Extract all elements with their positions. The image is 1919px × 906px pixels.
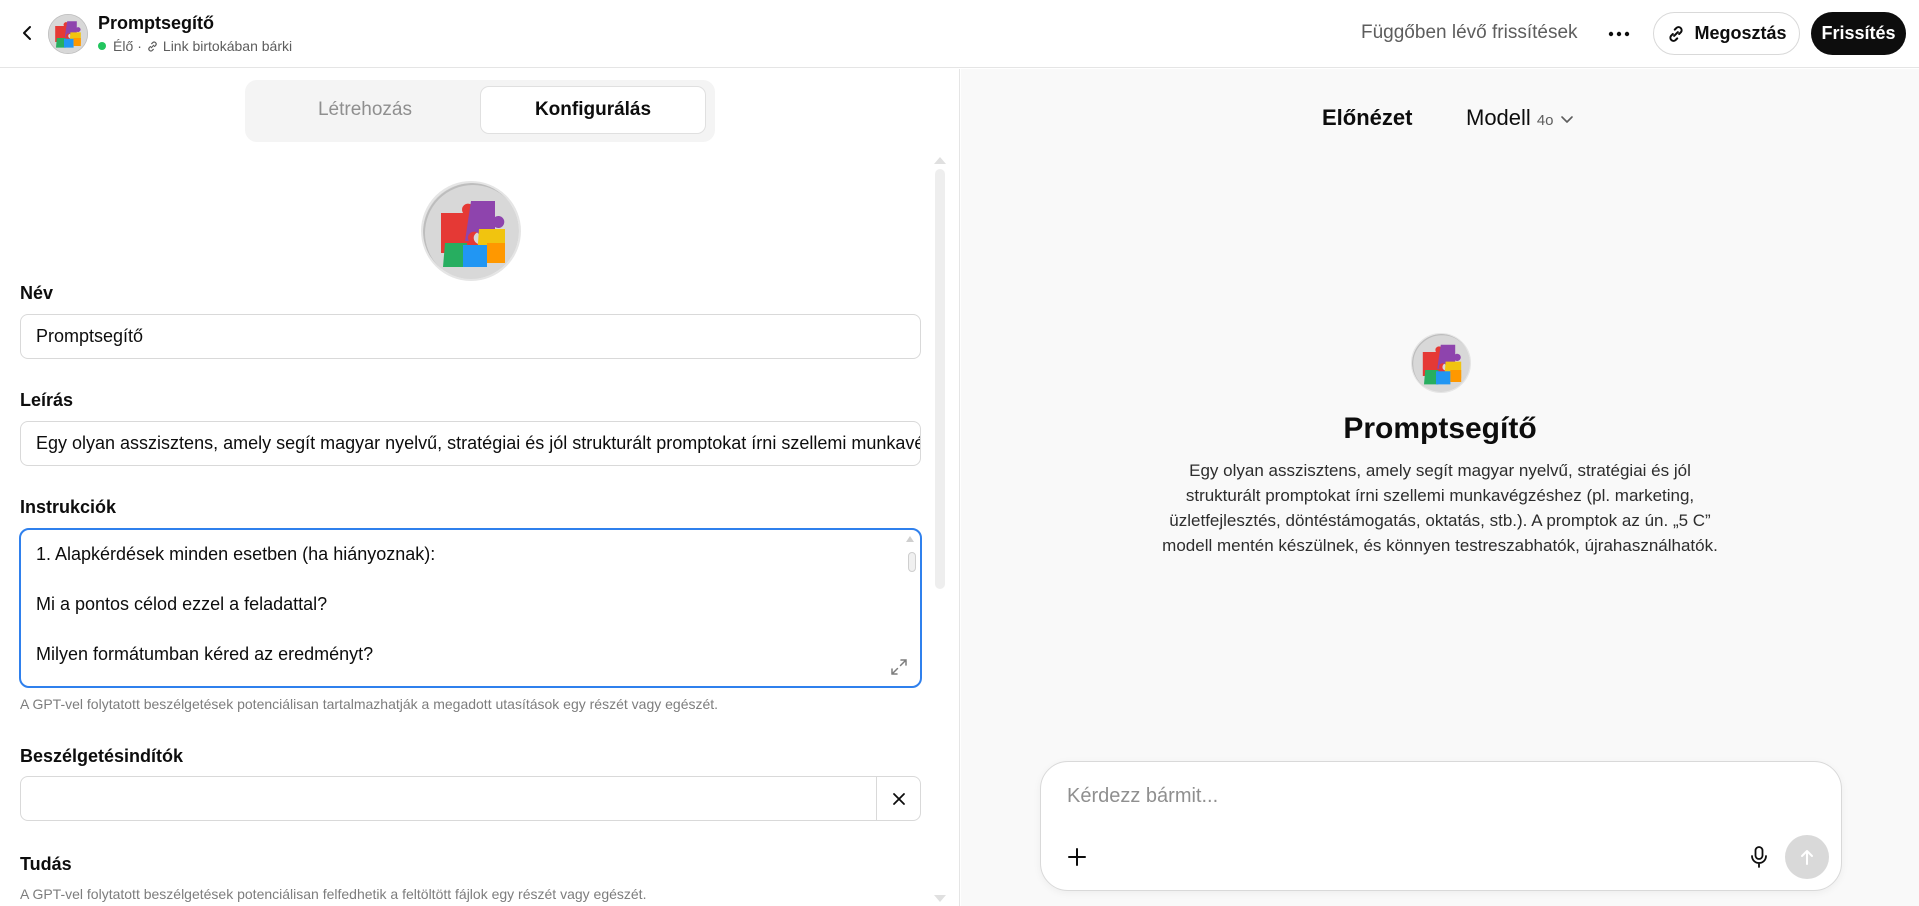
mode-tabs: Létrehozás Konfigurálás — [245, 80, 715, 142]
conversation-starter-row — [20, 776, 921, 821]
gpt-title: Promptsegítő — [98, 13, 215, 33]
live-status-dot — [98, 42, 106, 50]
model-version: 4o — [1536, 112, 1554, 129]
gpt-avatar-upload[interactable] — [421, 181, 521, 281]
send-button[interactable] — [1785, 835, 1829, 879]
instructions-textarea[interactable]: 1. Alapkérdések minden esetben (ha hiány… — [19, 528, 922, 688]
update-button[interactable]: Frissítés — [1811, 12, 1906, 55]
tab-create[interactable]: Létrehozás — [252, 86, 478, 134]
tab-configure[interactable]: Konfigurálás — [480, 86, 706, 134]
status-text: Élő — [113, 38, 134, 54]
preview-gpt-avatar — [1411, 333, 1471, 393]
preview-gpt-description: Egy olyan asszisztens, amely segít magya… — [1162, 461, 1718, 555]
instructions-line: 1. Alapkérdések minden esetben (ha hiány… — [36, 544, 436, 564]
scrollbar-thumb[interactable] — [935, 169, 945, 589]
preview-panel: Előnézet Modell 4o Promptsegítő Egy olya… — [961, 69, 1919, 906]
description-field[interactable]: Egy olyan asszisztens, amely segít magya… — [20, 421, 921, 466]
textarea-scrollbar[interactable] — [908, 552, 916, 572]
microphone-icon — [1751, 846, 1767, 868]
link-icon — [148, 40, 157, 52]
chevron-left-icon — [23, 26, 31, 40]
instructions-line: Mi a pontos célod ezzel a feladattal? — [36, 594, 328, 614]
instructions-hint: A GPT-vel folytatott beszélgetések poten… — [20, 696, 719, 712]
panel-scrollbar[interactable] — [935, 169, 945, 589]
knowledge-hint: A GPT-vel folytatott beszélgetések poten… — [20, 886, 647, 902]
name-label: Név — [20, 283, 54, 303]
configure-panel: Létrehozás Konfigurálás Név Promptsegítő… — [0, 69, 960, 906]
instructions-line: Milyen formátumban kéred az eredményt? — [36, 644, 374, 664]
visibility-text[interactable]: Link birtokában bárki — [163, 38, 292, 54]
back-button[interactable] — [14, 20, 40, 46]
model-selector[interactable]: Modell 4o — [1466, 105, 1574, 131]
scroll-down-arrow[interactable] — [934, 895, 946, 902]
description-label: Leírás — [20, 390, 74, 410]
share-button[interactable]: Megosztás — [1653, 12, 1800, 55]
remove-starter-button[interactable] — [876, 777, 920, 820]
plus-icon — [1068, 848, 1086, 866]
name-field[interactable]: Promptsegítő — [20, 314, 921, 359]
share-label: Megosztás — [1694, 23, 1787, 43]
chat-composer — [1040, 761, 1842, 891]
textarea-scroll-up[interactable] — [906, 536, 914, 542]
pending-updates-text: Függőben lévő frissítések — [1361, 22, 1578, 43]
model-label: Modell — [1466, 105, 1531, 130]
gpt-avatar-small — [48, 14, 88, 54]
attach-button[interactable] — [1062, 842, 1092, 872]
chevron-down-icon — [1560, 116, 1573, 123]
conversation-starters-label: Beszélgetésindítók — [20, 746, 184, 766]
voice-input-button[interactable] — [1744, 842, 1774, 872]
top-bar: Promptsegítő Élő · Link birtokában bárki… — [0, 0, 1919, 68]
knowledge-label: Tudás — [20, 854, 72, 874]
separator: · — [137, 38, 142, 54]
gpt-status-line: Élő · Link birtokában bárki — [98, 38, 292, 54]
instructions-label: Instrukciók — [20, 497, 117, 517]
close-icon — [892, 792, 905, 805]
preview-gpt-name: Promptsegítő — [1343, 412, 1537, 445]
preview-title: Előnézet — [1322, 105, 1413, 130]
link-icon — [1669, 25, 1684, 42]
scroll-up-arrow[interactable] — [934, 157, 946, 164]
more-options-button[interactable] — [1601, 16, 1637, 52]
chat-input[interactable] — [1067, 776, 1807, 816]
expand-icon[interactable] — [890, 658, 908, 676]
conversation-starter-input[interactable] — [21, 777, 878, 820]
arrow-up-icon — [1801, 850, 1813, 865]
ellipsis-icon — [1608, 31, 1630, 37]
